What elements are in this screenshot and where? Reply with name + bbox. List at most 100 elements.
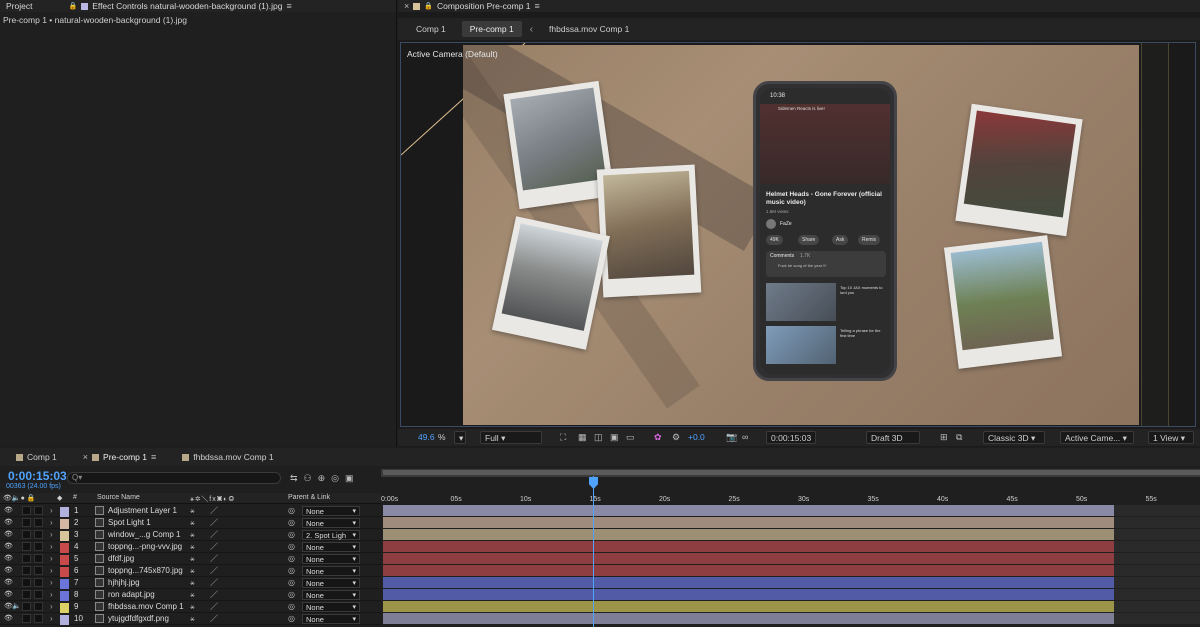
work-area-range[interactable] (383, 470, 1200, 475)
camera-snapshot-icon[interactable]: 📷 (726, 431, 737, 444)
show-snapshot-icon[interactable]: ∞ (742, 431, 748, 444)
close-icon[interactable]: × (83, 452, 88, 462)
layer-label-color[interactable] (60, 531, 69, 541)
flow-fhbdssa-comp[interactable]: fhbdssa.mov Comp 1 (541, 21, 637, 37)
panel-menu-icon[interactable]: ≡ (286, 1, 291, 11)
eye-icon[interactable]: 👁 (4, 506, 13, 516)
eye-icon[interactable]: 👁 (4, 554, 13, 564)
layer-source-name[interactable]: Spot Light 1 (108, 518, 151, 528)
safe-area-icon[interactable]: ▭ (626, 431, 635, 444)
source-name-header[interactable]: Source Name (97, 494, 140, 501)
transparency-grid-icon[interactable]: ▦ (578, 431, 587, 444)
lock-switch[interactable] (34, 518, 43, 527)
layer-source-name[interactable]: window_...g Comp 1 (108, 530, 180, 540)
layer-search-input[interactable]: Q▾ (67, 472, 281, 484)
shy-switch-icon[interactable]: ⚹ (190, 614, 195, 624)
tab-effect-controls[interactable]: 🔒 Effect Controls natural-wooden-backgro… (62, 0, 297, 12)
solo-switch[interactable] (22, 542, 31, 551)
expand-chevron-icon[interactable]: › (50, 566, 53, 576)
speaker-icon[interactable]: 🔈 (12, 602, 21, 612)
current-time[interactable]: 0:00:15:03 (8, 469, 67, 483)
layer-duration-bar[interactable] (383, 529, 1114, 540)
parent-dropdown[interactable]: 2. Spot Ligh (302, 530, 360, 541)
expand-chevron-icon[interactable]: › (50, 542, 53, 552)
eye-icon[interactable]: 👁 (4, 518, 13, 528)
layer-label-color[interactable] (60, 579, 69, 589)
lock-icon[interactable]: 🔒 (424, 2, 433, 10)
shy-switch-icon[interactable]: ⚹ (190, 578, 195, 588)
lock-switch[interactable] (34, 578, 43, 587)
pickwhip-icon[interactable]: ◎ (288, 566, 295, 576)
expand-chevron-icon[interactable]: › (50, 530, 53, 540)
lock-switch[interactable] (34, 590, 43, 599)
layer-source-name[interactable]: ytujgdfdfgxdf.png (108, 614, 169, 624)
parent-dropdown[interactable]: None (302, 566, 360, 577)
mask-visibility-icon[interactable]: ◫ (594, 431, 603, 444)
quality-switch-icon[interactable]: ／ (210, 590, 218, 600)
parent-dropdown[interactable]: None (302, 578, 360, 589)
shy-switch-icon[interactable]: ⚹ (190, 602, 195, 612)
solo-switch[interactable] (22, 614, 31, 623)
lock-icon[interactable]: 🔒 (68, 2, 77, 10)
extended-viewer-icon[interactable]: ⧉ (956, 431, 962, 444)
composition-viewer[interactable]: Active Camera (Default) 10:38 Sidemen Re… (400, 42, 1196, 427)
expand-chevron-icon[interactable]: › (50, 506, 53, 516)
quality-switch-icon[interactable]: ／ (210, 602, 218, 612)
layer-row[interactable]: 👁 › 5 dfdf.jpg ⚹ ／ ◎ None (0, 553, 381, 565)
pickwhip-icon[interactable]: ◎ (288, 530, 295, 540)
layer-label-color[interactable] (60, 615, 69, 625)
camera-dropdown[interactable]: Active Came... ▾ (1060, 431, 1134, 444)
chevron-left-icon[interactable]: ‹ (530, 24, 533, 35)
pickwhip-icon[interactable]: ◎ (288, 554, 295, 564)
eye-icon[interactable]: 👁 (4, 578, 13, 588)
panel-menu-icon[interactable]: ≡ (151, 452, 156, 462)
zoom-value[interactable]: 49.6 (418, 431, 435, 444)
shy-switch-icon[interactable]: ⚹ (190, 566, 195, 576)
layer-row[interactable]: 👁 🔈 › 9 fhbdssa.mov Comp 1 ⚹ ／ ◎ None (0, 601, 381, 613)
timeline-tab-fhbdssa[interactable]: fhbdssa.mov Comp 1 (176, 448, 279, 466)
expand-chevron-icon[interactable]: › (50, 590, 53, 600)
layer-row[interactable]: 👁 › 10 ytujgdfdfgxdf.png ⚹ ／ ◎ None (0, 613, 381, 625)
flow-pre-comp-1[interactable]: Pre-comp 1 (461, 21, 522, 37)
layer-label-color[interactable] (60, 591, 69, 601)
flow-comp-1[interactable]: Comp 1 (408, 21, 454, 37)
timeline-tab-pre-comp-1[interactable]: × Pre-comp 1 ≡ (77, 448, 162, 466)
layer-duration-bar[interactable] (383, 577, 1114, 588)
exposure-reset-icon[interactable]: ⚙ (672, 431, 680, 444)
expand-chevron-icon[interactable]: › (50, 602, 53, 612)
tab-composition[interactable]: × 🔒 Composition Pre-comp 1 ≡ (398, 0, 546, 12)
eye-icon[interactable]: 👁 (4, 590, 13, 600)
color-channels-icon[interactable]: ✿ (654, 431, 662, 444)
pickwhip-icon[interactable]: ◎ (288, 506, 295, 516)
view-layout-dropdown[interactable]: 1 View ▾ (1148, 431, 1194, 444)
viewer-timecode[interactable]: 0:00:15:03 (766, 431, 817, 444)
solo-switch[interactable] (22, 590, 31, 599)
layer-source-name[interactable]: fhbdssa.mov Comp 1 (108, 602, 184, 612)
layer-source-name[interactable]: toppng...745x870.jpg (108, 566, 183, 576)
layer-row[interactable]: 👁 › 1 Adjustment Layer 1 ⚹ ／ ◎ None (0, 505, 381, 517)
layer-duration-bar[interactable] (383, 601, 1114, 612)
layer-duration-bar[interactable] (383, 553, 1114, 564)
3d-ground-plane-icon[interactable]: ⊞ (940, 431, 948, 444)
solo-switch[interactable] (22, 566, 31, 575)
shy-switch-icon[interactable]: ⚹ (190, 506, 195, 516)
eye-icon[interactable]: 👁 (4, 542, 13, 552)
solo-switch[interactable] (22, 530, 31, 539)
draft-3d-button[interactable]: Draft 3D (866, 431, 920, 444)
quality-switch-icon[interactable]: ／ (210, 542, 218, 552)
quality-switch-icon[interactable]: ／ (210, 566, 218, 576)
layer-duration-bar[interactable] (383, 613, 1114, 624)
guides-icon[interactable]: ▣ (610, 431, 619, 444)
lock-switch[interactable] (34, 566, 43, 575)
shy-switch-icon[interactable]: ⚹ (190, 542, 195, 552)
lock-switch[interactable] (34, 614, 43, 623)
eye-icon[interactable]: 👁 (4, 614, 13, 624)
layer-label-color[interactable] (60, 555, 69, 565)
quality-switch-icon[interactable]: ／ (210, 506, 218, 516)
parent-dropdown[interactable]: None (302, 542, 360, 553)
tab-project[interactable]: Project (0, 0, 38, 12)
expand-chevron-icon[interactable]: › (50, 578, 53, 588)
timeline-tab-comp-1[interactable]: Comp 1 (10, 448, 63, 466)
lock-switch[interactable] (34, 506, 43, 515)
expand-chevron-icon[interactable]: › (50, 518, 53, 528)
